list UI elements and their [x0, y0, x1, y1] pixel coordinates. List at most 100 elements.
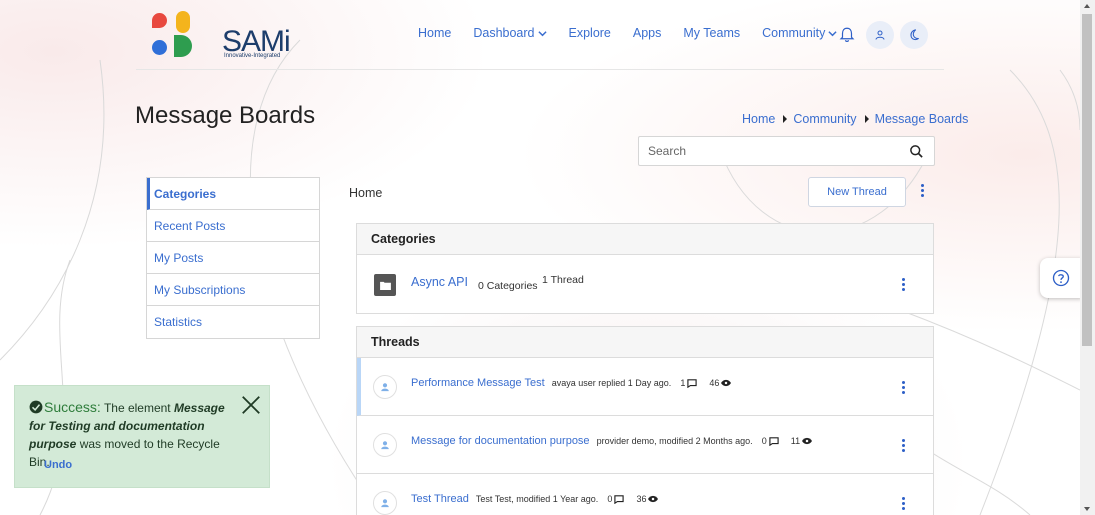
- breadcrumb-home[interactable]: Home: [742, 112, 775, 126]
- thread-title-row: Test Thread Test Test, modified 1 Year ag…: [411, 493, 659, 505]
- more-options-icon[interactable]: [897, 276, 909, 292]
- folder-icon: [374, 274, 396, 296]
- sidebar: Categories Recent Posts My Posts My Subs…: [146, 177, 320, 339]
- caret-right-icon: [864, 115, 869, 123]
- more-options-icon[interactable]: [916, 182, 928, 198]
- undo-link[interactable]: Undo: [44, 459, 72, 471]
- avatar: [373, 433, 397, 457]
- search-icon[interactable]: [909, 144, 924, 159]
- user-icon: [381, 499, 389, 508]
- moon-icon: [910, 29, 919, 41]
- comment-icon: [687, 378, 698, 388]
- categories-panel: Categories Async API 0 Categories 1 Thre…: [356, 223, 934, 314]
- check-circle-icon: [29, 400, 43, 414]
- avatar: [373, 375, 397, 399]
- thread-meta: provider demo, modified 2 Months ago.: [596, 436, 753, 446]
- sami-logo[interactable]: SAMi Innovative-Integrated: [152, 11, 291, 61]
- nav-dashboard-label: Dashboard: [473, 26, 535, 40]
- logo-dot-yellow: [176, 11, 190, 33]
- nav-explore[interactable]: Explore: [569, 26, 611, 40]
- reply-count: 0: [761, 436, 767, 446]
- sidebar-item-my-posts[interactable]: My Posts: [147, 242, 319, 274]
- help-button[interactable]: [1040, 258, 1082, 298]
- thread-title-row: Message for documentation purpose provide…: [411, 435, 813, 447]
- sidebar-item-my-subscriptions[interactable]: My Subscriptions: [147, 274, 319, 306]
- page-title: Message Boards: [135, 102, 316, 129]
- categories-heading: Categories: [357, 224, 933, 255]
- thread-row: Test Thread Test Test, modified 1 Year ag…: [357, 474, 933, 515]
- nav-home-label: Home: [418, 26, 452, 40]
- nav-apps-label: Apps: [632, 26, 662, 40]
- toast-text-pre: The element: [103, 401, 171, 415]
- nav-community[interactable]: Community: [762, 26, 837, 40]
- eye-icon: [802, 437, 813, 445]
- sidebar-item-categories[interactable]: Categories: [147, 178, 319, 210]
- thread-row: Performance Message Test avaya user repli…: [357, 358, 933, 416]
- question-circle-icon: [1052, 269, 1070, 287]
- threads-heading: Threads: [357, 327, 933, 358]
- dark-mode-toggle[interactable]: [900, 21, 928, 49]
- thread-meta: avaya user replied 1 Day ago.: [551, 378, 672, 388]
- sidebar-item-label: My Subscriptions: [154, 282, 246, 297]
- thread-meta: Test Test, modified 1 Year ago.: [475, 494, 599, 504]
- category-count: 0 Categories: [478, 280, 538, 292]
- search-box: [638, 136, 935, 166]
- reply-count: 0: [607, 494, 613, 504]
- sidebar-item-label: My Posts: [154, 250, 204, 265]
- breadcrumb-community[interactable]: Community: [793, 112, 856, 126]
- scrollbar-thumb[interactable]: [1082, 14, 1092, 346]
- breadcrumb-message-boards[interactable]: Message Boards: [875, 112, 969, 126]
- sidebar-item-label: Categories: [154, 186, 217, 201]
- thread-replies: 0: [607, 494, 625, 504]
- more-options-icon[interactable]: [897, 379, 909, 395]
- category-thread-count: 1 Thread: [542, 274, 584, 286]
- view-count: 11: [790, 436, 801, 446]
- nav-apps[interactable]: Apps: [633, 26, 662, 40]
- scroll-up-arrow-icon[interactable]: [1084, 4, 1090, 8]
- threads-panel: Threads Performance Message Test avaya us…: [356, 326, 934, 515]
- success-toast: Success: The element Message for Testing…: [14, 385, 270, 488]
- breadcrumb: Home Community Message Boards: [742, 112, 968, 126]
- more-options-icon[interactable]: [897, 495, 909, 511]
- thread-title-link[interactable]: Performance Message Test: [411, 377, 545, 389]
- reply-count: 1: [680, 378, 686, 388]
- view-count: 46: [709, 378, 720, 388]
- thread-title-link[interactable]: Test Thread: [411, 493, 469, 505]
- comment-icon: [614, 494, 625, 504]
- chevron-down-icon: [828, 30, 837, 36]
- close-icon[interactable]: [240, 394, 262, 416]
- thread-title-link[interactable]: Message for documentation purpose: [411, 435, 590, 447]
- thread-views: 11: [790, 436, 813, 446]
- toast-title: Success:: [44, 399, 101, 415]
- thread-views: 36: [636, 494, 659, 504]
- nav-dashboard[interactable]: Dashboard: [473, 26, 547, 40]
- scroll-down-arrow-icon[interactable]: [1084, 507, 1090, 511]
- caret-right-icon: [783, 115, 788, 123]
- thread-views: 46: [709, 378, 732, 388]
- sidebar-item-label: Recent Posts: [154, 218, 226, 233]
- sidebar-item-recent-posts[interactable]: Recent Posts: [147, 210, 319, 242]
- nav-my-teams-label: My Teams: [683, 26, 741, 40]
- category-name-link[interactable]: Async API: [411, 275, 468, 289]
- eye-icon: [721, 379, 732, 387]
- logo-subtitle: Innovative-Integrated: [224, 53, 281, 59]
- user-profile-button[interactable]: [866, 21, 894, 49]
- search-input[interactable]: [639, 137, 889, 165]
- more-options-icon[interactable]: [897, 437, 909, 453]
- page-scrollbar[interactable]: [1080, 0, 1095, 515]
- chevron-down-icon: [537, 30, 547, 36]
- avatar: [373, 491, 397, 515]
- comment-icon: [769, 436, 779, 446]
- current-location: Home: [349, 186, 383, 200]
- sidebar-item-statistics[interactable]: Statistics: [147, 306, 319, 338]
- nav-home[interactable]: Home: [418, 26, 451, 40]
- nav-my-teams[interactable]: My Teams: [683, 26, 740, 40]
- nav-explore-label: Explore: [568, 26, 611, 40]
- user-icon: [875, 30, 885, 40]
- view-count: 36: [636, 494, 647, 504]
- main-nav: Home Dashboard Explore Apps My Teams Com…: [418, 26, 859, 40]
- user-icon: [381, 441, 389, 450]
- nav-community-label: Community: [762, 26, 826, 40]
- bell-icon[interactable]: [838, 26, 856, 44]
- new-thread-button[interactable]: New Thread: [808, 177, 906, 207]
